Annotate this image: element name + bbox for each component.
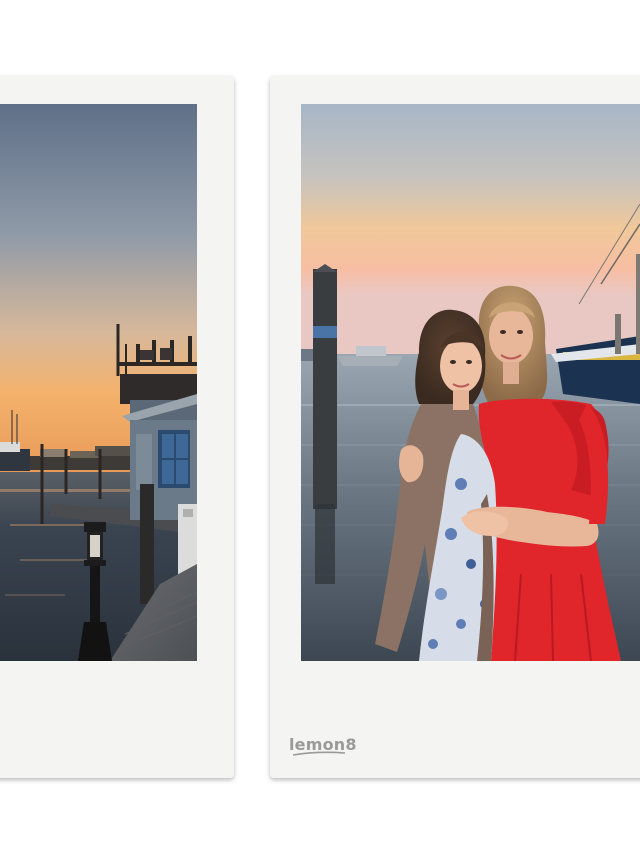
watermark-text: lemon8 <box>289 735 357 754</box>
two-women-marina-photo <box>301 104 640 661</box>
polaroid-frame-left <box>0 76 234 778</box>
lemon8-watermark: lemon8 <box>287 732 357 760</box>
harbor-dock-sunset-photo <box>0 104 197 661</box>
polaroid-frame-right: lemon8 <box>270 76 640 778</box>
photo-collage: lemon8 <box>0 0 640 852</box>
